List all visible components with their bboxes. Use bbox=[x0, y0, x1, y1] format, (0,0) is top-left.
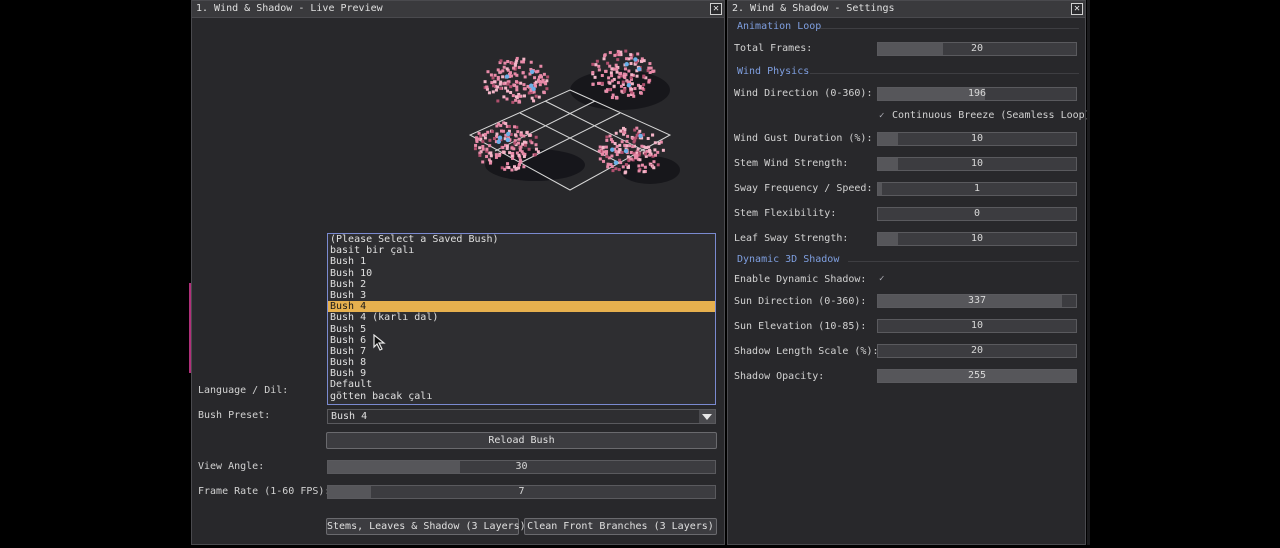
export-stems-leaves-shadow-button[interactable]: Stems, Leaves & Shadow (3 Layers) bbox=[326, 518, 526, 535]
stem-flexibility-value: 0 bbox=[973, 208, 981, 219]
total-frames-value: 20 bbox=[970, 43, 984, 54]
sun-elevation-label: Sun Elevation (10-85): bbox=[734, 321, 867, 332]
reload-bush-button[interactable]: Reload Bush bbox=[326, 432, 717, 449]
stem-flexibility-slider[interactable]: 0 bbox=[877, 207, 1077, 221]
continuous-breeze-label: Continuous Breeze (Seamless Loop) bbox=[892, 110, 1091, 121]
wind-direction-value: 196 bbox=[967, 88, 987, 99]
preview-window-title: 1. Wind & Shadow - Live Preview bbox=[196, 3, 383, 14]
close-icon: ✕ bbox=[712, 3, 720, 14]
bush-preset-label: Bush Preset: bbox=[198, 410, 271, 421]
section-dynamic-shadow: Dynamic 3D Shadow bbox=[737, 254, 840, 265]
gust-duration-value: 10 bbox=[970, 133, 984, 144]
window-edge bbox=[1087, 0, 1090, 545]
sway-frequency-slider[interactable]: 1 bbox=[877, 182, 1077, 196]
sway-frequency-value: 1 bbox=[973, 183, 981, 194]
bush-list-item[interactable]: Bush 4 bbox=[328, 301, 715, 313]
bush-list-item[interactable]: (Please Select a Saved Bush) bbox=[328, 234, 715, 245]
settings-window-title: 2. Wind & Shadow - Settings bbox=[732, 3, 895, 14]
wind-direction-label: Wind Direction (0-360): bbox=[734, 88, 873, 99]
sun-elevation-slider[interactable]: 10 bbox=[877, 319, 1077, 333]
gust-duration-slider[interactable]: 10 bbox=[877, 132, 1077, 146]
bush-list-item[interactable]: Bush 8 bbox=[328, 357, 715, 368]
total-frames-slider[interactable]: 20 bbox=[877, 42, 1077, 56]
preview-window-close-button[interactable]: ✕ bbox=[710, 3, 722, 15]
settings-window: 2. Wind & Shadow - Settings ✕ Animation … bbox=[727, 0, 1091, 545]
shadow-length-slider[interactable]: 20 bbox=[877, 344, 1077, 358]
section-separator bbox=[848, 261, 1079, 262]
bush-list-item[interactable]: basit bir çalı bbox=[328, 245, 715, 256]
settings-window-close-button[interactable]: ✕ bbox=[1071, 3, 1083, 15]
gust-duration-label: Wind Gust Duration (%): bbox=[734, 133, 873, 144]
chevron-down-icon[interactable] bbox=[699, 410, 715, 423]
sun-elevation-value: 10 bbox=[970, 320, 984, 331]
bush-list-item[interactable]: Bush 5 bbox=[328, 324, 715, 335]
stem-wind-label: Stem Wind Strength: bbox=[734, 158, 849, 169]
settings-window-titlebar[interactable]: 2. Wind & Shadow - Settings bbox=[728, 1, 1085, 18]
bush-list-item[interactable]: götten bacak çalı bbox=[328, 391, 715, 402]
view-angle-label: View Angle: bbox=[198, 461, 265, 472]
bush-preset-dropdown-list[interactable]: (Please Select a Saved Bush) basit bir ça… bbox=[327, 233, 716, 405]
enable-shadow-checkbox[interactable]: ✓ bbox=[879, 274, 889, 284]
section-animation-loop: Animation Loop bbox=[737, 21, 822, 32]
total-frames-label: Total Frames: bbox=[734, 43, 813, 54]
mouse-cursor-icon bbox=[373, 334, 386, 351]
bush-list-item[interactable]: Bush 1 bbox=[328, 256, 715, 267]
export-clean-front-branches-button[interactable]: Clean Front Branches (3 Layers) bbox=[524, 518, 717, 535]
bush-list-item[interactable]: Bush 4 (karlı dal) bbox=[328, 312, 715, 323]
section-separator bbox=[820, 28, 1079, 29]
view-angle-slider[interactable]: 30 bbox=[327, 460, 716, 474]
view-angle-value: 30 bbox=[515, 461, 528, 472]
shadow-opacity-slider[interactable]: 255 bbox=[877, 369, 1077, 383]
sway-frequency-label: Sway Frequency / Speed: bbox=[734, 183, 873, 194]
leaf-sway-label: Leaf Sway Strength: bbox=[734, 233, 849, 244]
stem-flexibility-label: Stem Flexibility: bbox=[734, 208, 837, 219]
bush-list-item[interactable]: Bush 3 bbox=[328, 290, 715, 301]
bush-list-item[interactable]: Bush 2 bbox=[328, 279, 715, 290]
continuous-breeze-checkbox[interactable]: ✓ bbox=[879, 111, 889, 121]
preview-window-titlebar[interactable]: 1. Wind & Shadow - Live Preview bbox=[192, 1, 724, 18]
sun-direction-label: Sun Direction (0-360): bbox=[734, 296, 867, 307]
bush-list-item[interactable]: Bush 9 bbox=[328, 368, 715, 379]
shadow-length-label: Shadow Length Scale (%): bbox=[734, 346, 879, 357]
leaf-sway-slider[interactable]: 10 bbox=[877, 232, 1077, 246]
sun-direction-value: 337 bbox=[967, 295, 987, 306]
bush-preview-canvas bbox=[468, 49, 680, 191]
section-wind-physics: Wind Physics bbox=[737, 66, 810, 77]
language-label: Language / Dil: bbox=[198, 385, 289, 396]
bush-list-item[interactable]: Bush 10 bbox=[328, 268, 715, 279]
section-separator bbox=[810, 73, 1079, 74]
leaf-sway-value: 10 bbox=[970, 233, 984, 244]
bush-preset-value: Bush 4 bbox=[331, 411, 368, 422]
frame-rate-label: Frame Rate (1-60 FPS): bbox=[198, 486, 331, 497]
bush-list-item[interactable]: Default bbox=[328, 379, 715, 390]
sun-direction-slider[interactable]: 337 bbox=[877, 294, 1077, 308]
shadow-length-value: 20 bbox=[970, 345, 984, 356]
enable-shadow-label: Enable Dynamic Shadow: bbox=[734, 274, 867, 285]
frame-rate-value: 7 bbox=[518, 486, 525, 497]
shadow-opacity-label: Shadow Opacity: bbox=[734, 371, 825, 382]
shadow-opacity-value: 255 bbox=[967, 370, 987, 381]
frame-rate-slider[interactable]: 7 bbox=[327, 485, 716, 499]
bush-preset-combo[interactable]: Bush 4 bbox=[327, 409, 716, 424]
wind-direction-slider[interactable]: 196 bbox=[877, 87, 1077, 101]
close-icon: ✕ bbox=[1073, 3, 1081, 14]
stem-wind-value: 10 bbox=[970, 158, 984, 169]
stem-wind-slider[interactable]: 10 bbox=[877, 157, 1077, 171]
